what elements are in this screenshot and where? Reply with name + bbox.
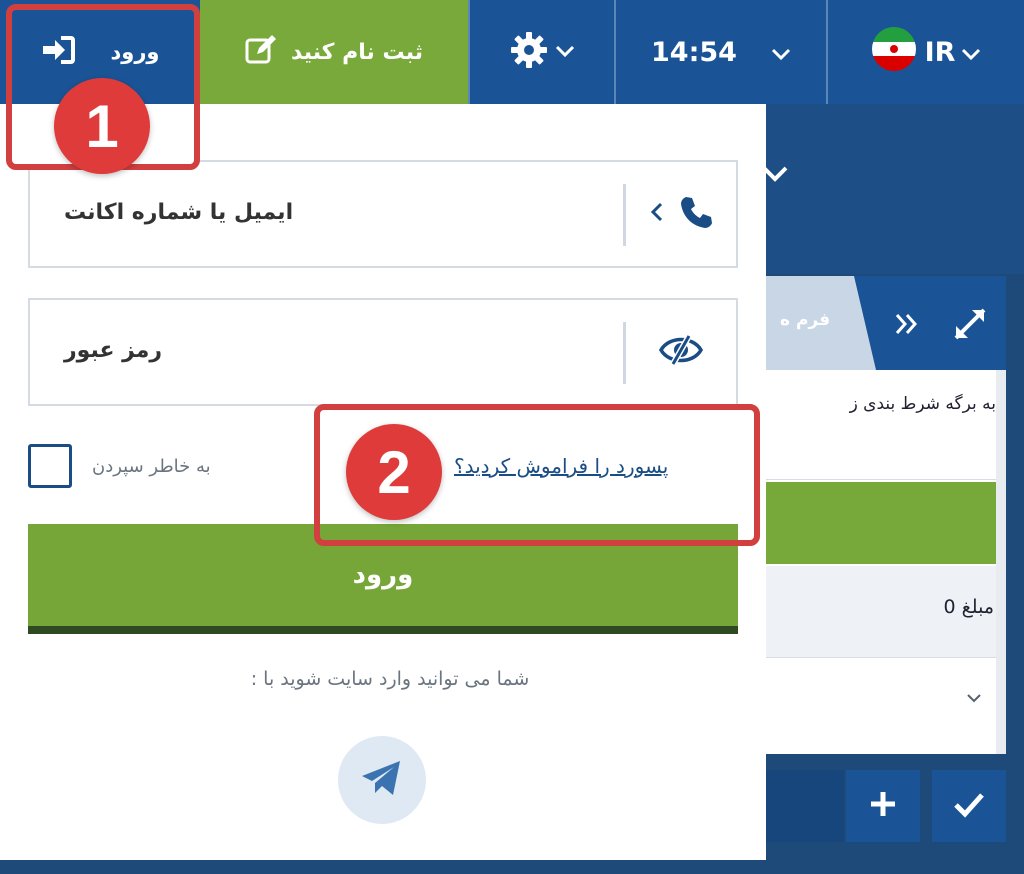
betslip-info: به برگه شرط بندی ز <box>766 370 1006 480</box>
chevron-down-icon <box>771 37 791 68</box>
remember-me-label: به خاطر سپردن <box>92 456 211 477</box>
email-placeholder: ایمیل یا شماره اکانت <box>64 200 294 225</box>
eye-slash-icon <box>658 334 704 370</box>
tab-forms[interactable]: فرم ه <box>766 276 876 370</box>
edit-icon <box>245 34 277 70</box>
remember-me-checkbox[interactable] <box>28 444 72 488</box>
password-field[interactable]: رمز عبور <box>28 298 738 406</box>
social-login-text: : شما می توانید وارد سایت شوید با <box>250 668 530 690</box>
language-dropdown[interactable]: IR <box>828 0 1024 104</box>
add-button[interactable] <box>846 770 920 842</box>
login-submit-label: ورود <box>352 560 414 590</box>
expand-row[interactable] <box>766 660 1006 754</box>
confirm-button[interactable] <box>932 770 1006 842</box>
register-button[interactable]: ثبت نام کنید <box>200 0 468 104</box>
language-code: IR <box>924 36 956 68</box>
time-dropdown[interactable]: 14:54 <box>616 0 826 104</box>
background-header <box>766 104 1024 274</box>
login-type-toggle[interactable] <box>626 162 736 266</box>
betslip-action-bar[interactable] <box>766 482 1006 564</box>
betslip-header: فرم ه <box>766 276 1006 370</box>
register-label: ثبت نام کنید <box>291 39 423 65</box>
settings-dropdown[interactable] <box>470 0 614 104</box>
gear-icon <box>509 30 549 74</box>
toggle-password-visibility[interactable] <box>626 300 736 404</box>
double-chevron-icon[interactable] <box>894 312 920 340</box>
bottom-toolbar <box>766 770 844 842</box>
clock-time: 14:54 <box>651 36 737 68</box>
check-icon <box>953 783 985 829</box>
phone-icon <box>678 195 712 233</box>
betslip-panel: فرم ه به برگه شرط بندی ز مبلغ 0 <box>766 276 1006 754</box>
chevron-down-icon <box>966 688 982 709</box>
step-marker-1: 1 <box>54 78 150 174</box>
password-placeholder: رمز عبور <box>64 338 163 363</box>
telegram-login-button[interactable] <box>338 736 426 824</box>
tab-label: فرم ه <box>780 310 831 330</box>
chevron-left-icon <box>650 201 664 227</box>
stake-text: مبلغ 0 <box>943 596 994 618</box>
plus-icon <box>868 783 898 829</box>
expand-icon[interactable] <box>952 306 988 346</box>
chevron-down-icon <box>961 37 981 68</box>
email-field[interactable]: ایمیل یا شماره اکانت <box>28 160 738 268</box>
step-marker-2: 2 <box>346 424 442 520</box>
betslip-info-text: به برگه شرط بندی ز <box>849 394 996 414</box>
telegram-icon <box>360 758 404 802</box>
chevron-down-icon <box>555 43 575 62</box>
iran-flag-icon <box>871 26 917 79</box>
stake-row: مبلغ 0 <box>766 566 1006 658</box>
scrollbar[interactable] <box>996 370 1006 754</box>
